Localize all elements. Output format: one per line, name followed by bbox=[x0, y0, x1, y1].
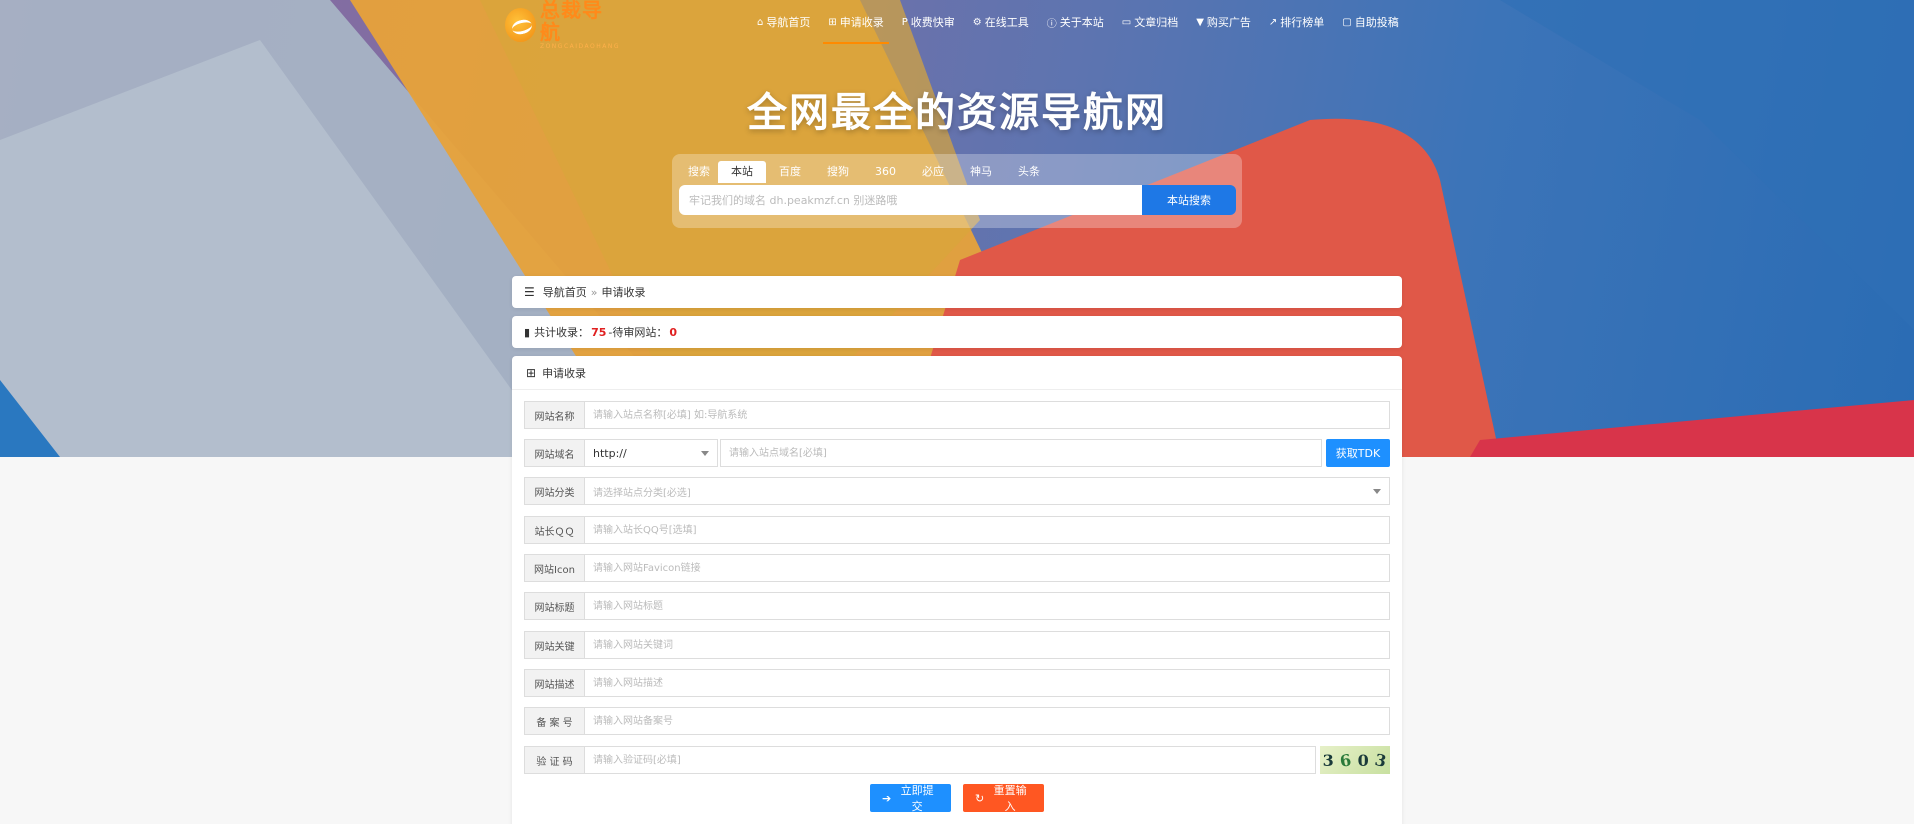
category-select[interactable]: 请选择站点分类[必选] bbox=[585, 477, 1390, 505]
field-label: 网站描述 bbox=[524, 669, 585, 697]
form-actions: ➔ 立即提交 ↻ 重置输入 bbox=[512, 784, 1402, 813]
search-button[interactable]: 本站搜索 bbox=[1142, 185, 1236, 215]
protocol-select[interactable]: http:// bbox=[585, 439, 718, 467]
field-row-keywords: 网站关键 bbox=[524, 631, 1390, 659]
plus-square-icon: ⊞ bbox=[828, 16, 837, 28]
site-title-input[interactable] bbox=[585, 592, 1390, 620]
search-tab-360[interactable]: 360 bbox=[862, 161, 909, 183]
field-label: 网站Icon bbox=[524, 554, 585, 582]
inbox-icon: ▢ bbox=[1342, 16, 1352, 28]
home-icon: ⌂ bbox=[757, 16, 764, 28]
arrow-circle-icon: ➔ bbox=[882, 791, 892, 805]
field-label: 网站标题 bbox=[524, 592, 585, 620]
submit-button[interactable]: ➔ 立即提交 bbox=[870, 784, 951, 813]
field-row-qq: 站长ＱＱ bbox=[524, 516, 1390, 544]
field-row-name: 网站名称 bbox=[524, 401, 1390, 429]
sliders-icon: ☰ bbox=[524, 285, 535, 299]
description-input[interactable] bbox=[585, 669, 1390, 697]
bookmark-icon: ▮ bbox=[524, 325, 531, 339]
search-label: 搜索 bbox=[688, 165, 710, 178]
field-row-description: 网站描述 bbox=[524, 669, 1390, 697]
stats-bar: ▮ 共计收录： 75 - 待审网站： 0 bbox=[512, 316, 1402, 348]
logo-mark-icon bbox=[505, 8, 536, 42]
icp-input[interactable] bbox=[585, 707, 1390, 735]
hero-headline: 全网最全的资源导航网 bbox=[747, 90, 1167, 136]
nav-item-ranking[interactable]: ↗ 排行榜单 bbox=[1260, 0, 1333, 44]
search-tab-shenma[interactable]: 神马 bbox=[957, 161, 1005, 183]
gears-icon: ⚙ bbox=[972, 16, 982, 28]
search-tab-baidu[interactable]: 百度 bbox=[766, 161, 814, 183]
cart-icon: ▼ bbox=[1196, 16, 1204, 28]
qq-input[interactable] bbox=[585, 516, 1390, 544]
category-placeholder: 请选择站点分类[必选] bbox=[593, 487, 691, 499]
search-tabs: 搜索 本站 百度 搜狗 360 必应 神马 头条 bbox=[680, 161, 1053, 183]
field-row-icon: 网站Icon bbox=[524, 554, 1390, 582]
field-label: 站长ＱＱ bbox=[524, 516, 585, 544]
field-label: 网站域名 bbox=[524, 439, 585, 467]
field-label: 网站关键 bbox=[524, 631, 585, 659]
logo-subtitle: ZONGCAIDAOHANG bbox=[539, 43, 620, 50]
field-label: 备 案 号 bbox=[524, 707, 585, 735]
refresh-icon: ↻ bbox=[975, 791, 985, 805]
captcha-input[interactable] bbox=[585, 746, 1316, 774]
caret-down-icon bbox=[1373, 488, 1381, 494]
search-tab-sogou[interactable]: 搜狗 bbox=[814, 161, 862, 183]
line-chart-icon: ↗ bbox=[1268, 16, 1278, 28]
form-header: ⊞ 申请收录 bbox=[512, 356, 1402, 390]
info-icon: ⓘ bbox=[1046, 18, 1057, 30]
search-tab-bing[interactable]: 必应 bbox=[909, 161, 957, 183]
nav-item-paid-review[interactable]: P 收费快审 bbox=[893, 0, 964, 44]
logo-title: 总裁导航 bbox=[539, 0, 603, 44]
site-logo[interactable]: 总裁导航 ZONGCAIDAOHANG bbox=[505, 0, 620, 50]
folder-open-icon: ▭ bbox=[1121, 16, 1132, 28]
captcha-image[interactable]: 3 6 0 3 bbox=[1320, 746, 1390, 774]
field-label: 网站名称 bbox=[524, 401, 585, 429]
search-box: 搜索 本站 百度 搜狗 360 必应 神马 头条 本站搜索 bbox=[672, 154, 1242, 228]
breadcrumb-home-link[interactable]: 导航首页 bbox=[543, 284, 587, 300]
nav-item-archive[interactable]: ▭ 文章归档 bbox=[1113, 0, 1187, 44]
search-tab-toutiao[interactable]: 头条 bbox=[1005, 161, 1053, 183]
breadcrumb-separator: » bbox=[590, 285, 598, 299]
site-name-input[interactable] bbox=[585, 401, 1390, 429]
nav-item-home[interactable]: ⌂ 导航首页 bbox=[748, 0, 819, 44]
search-tab-site[interactable]: 本站 bbox=[718, 161, 766, 183]
main-nav: ⌂ 导航首页 ⊞ 申请收录 P 收费快审 ⚙ 在线工具 ⓘ 关于本站 ▭ 文章归档 ▼ 购买广… bbox=[748, 0, 1408, 44]
get-tdk-button[interactable]: 获取TDK bbox=[1326, 439, 1390, 467]
field-label: 网站分类 bbox=[524, 477, 585, 505]
keywords-input[interactable] bbox=[585, 631, 1390, 659]
field-label: 验 证 码 bbox=[524, 746, 585, 774]
protocol-value: http:// bbox=[593, 446, 627, 460]
total-label: 共计收录： bbox=[534, 326, 590, 339]
pending-label: 待审网站： bbox=[612, 326, 668, 339]
apply-form: ⊞ 申请收录 网站名称 网站域名 http:// 获取TDK 网站分类 请选择站… bbox=[512, 356, 1402, 824]
form-title: 申请收录 bbox=[542, 366, 587, 380]
breadcrumb-current: 申请收录 bbox=[601, 286, 646, 299]
nav-item-tools[interactable]: ⚙ 在线工具 bbox=[964, 0, 1038, 44]
field-row-domain: 网站域名 http:// 获取TDK bbox=[524, 439, 1390, 467]
breadcrumb: ☰ 导航首页 » 申请收录 bbox=[512, 276, 1402, 308]
field-row-captcha: 验 证 码 3 6 0 3 bbox=[524, 746, 1390, 774]
plus-square-icon: ⊞ bbox=[526, 365, 537, 380]
nav-item-buy-ads[interactable]: ▼ 购买广告 bbox=[1187, 0, 1260, 44]
reset-button[interactable]: ↻ 重置输入 bbox=[963, 784, 1044, 813]
nav-item-submit[interactable]: ▢ 自助投稿 bbox=[1333, 0, 1407, 44]
favicon-input[interactable] bbox=[585, 554, 1390, 582]
field-row-title: 网站标题 bbox=[524, 592, 1390, 620]
pending-count: 0 bbox=[669, 325, 678, 339]
search-input[interactable] bbox=[679, 185, 1142, 215]
field-row-icp: 备 案 号 bbox=[524, 707, 1390, 735]
nav-item-about[interactable]: ⓘ 关于本站 bbox=[1038, 0, 1113, 44]
caret-down-icon bbox=[701, 450, 709, 456]
total-count: 75 bbox=[591, 325, 607, 339]
nav-item-apply[interactable]: ⊞ 申请收录 bbox=[819, 0, 892, 44]
field-row-category: 网站分类 请选择站点分类[必选] bbox=[524, 477, 1390, 505]
paypal-icon: P bbox=[901, 16, 908, 28]
site-domain-input[interactable] bbox=[720, 439, 1322, 467]
